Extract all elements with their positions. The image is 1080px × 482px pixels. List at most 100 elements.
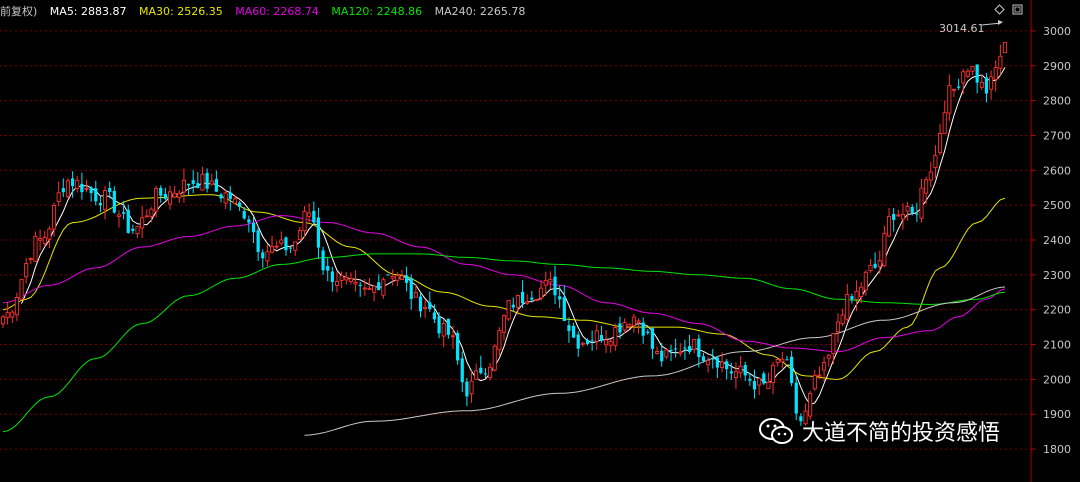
y-tick-label-1900: 1900 <box>1043 408 1071 421</box>
candle-body <box>395 274 400 281</box>
candle-body <box>302 210 307 232</box>
candle-body <box>103 190 108 210</box>
candle-body <box>970 66 975 72</box>
candle-body <box>181 179 186 193</box>
candle-body <box>812 374 817 390</box>
candle-body <box>576 334 580 349</box>
grid-lines <box>0 30 1031 450</box>
candle-body <box>94 188 98 202</box>
candle-body <box>274 245 279 248</box>
moving-average-lines <box>2 67 1006 436</box>
candle-body <box>98 202 103 206</box>
y-tick-label-2800: 2800 <box>1043 95 1071 108</box>
candle-body <box>850 296 854 300</box>
candle-body <box>219 194 223 199</box>
candle-body <box>51 205 57 230</box>
candle-body <box>752 381 757 390</box>
legend-ma240: MA240: 2265.78 <box>434 5 526 18</box>
candle-body <box>989 76 994 90</box>
candle-body <box>697 338 701 358</box>
candle-body <box>413 292 418 298</box>
legend-ma30: MA30: 2526.35 <box>139 5 223 18</box>
candle-body <box>604 339 609 346</box>
candle-body <box>214 179 218 192</box>
candle-body <box>719 361 725 368</box>
candle-body <box>474 370 479 380</box>
candle-body <box>154 188 159 212</box>
square-icon[interactable] <box>1012 4 1023 15</box>
candle-body <box>808 393 813 417</box>
candle-body <box>159 187 163 196</box>
candle-body <box>706 360 711 366</box>
candle-body <box>766 381 771 390</box>
candle-body <box>585 339 590 345</box>
candle-body <box>80 183 84 193</box>
candle-body <box>733 371 738 379</box>
candle-body <box>590 340 594 342</box>
candle-body <box>307 212 312 217</box>
candle-body <box>172 192 177 198</box>
candle-body <box>344 276 349 281</box>
candle-body <box>951 88 957 91</box>
candle-body <box>65 180 70 197</box>
candle-body <box>33 235 38 262</box>
candle-body <box>910 206 914 213</box>
candle-body <box>817 374 822 377</box>
diamond-icon[interactable] <box>994 4 1005 15</box>
candle-body <box>530 297 534 300</box>
candle-body <box>326 266 330 271</box>
candle-body <box>177 193 182 199</box>
candle-body <box>515 294 520 308</box>
candle-body <box>381 279 386 296</box>
candle-body <box>636 320 641 323</box>
candle-body <box>321 250 325 271</box>
candle-body <box>293 241 298 251</box>
candle-body <box>144 215 149 218</box>
candle-body <box>650 328 655 349</box>
candle-body <box>251 222 256 233</box>
candle-body <box>61 188 65 193</box>
candle-body <box>469 380 474 395</box>
candle-body <box>279 239 284 244</box>
candle-body <box>882 232 887 267</box>
candle-body <box>928 171 933 181</box>
candle-body <box>548 278 553 283</box>
candle-body <box>646 331 650 334</box>
candle-body <box>261 252 265 259</box>
candle-body <box>209 180 214 185</box>
candle-body <box>316 217 321 248</box>
candle-body <box>725 361 729 370</box>
candle-body <box>854 290 859 300</box>
candle-body <box>191 180 195 184</box>
candle-body <box>701 356 706 361</box>
candle-body <box>501 315 507 333</box>
candle-body <box>886 215 892 237</box>
candle-body <box>571 325 576 338</box>
candle-body <box>256 230 260 252</box>
candle-body <box>116 214 122 217</box>
candle-body <box>28 258 33 261</box>
candle-body <box>75 179 80 189</box>
candle-body <box>200 173 205 191</box>
candle-body <box>683 347 687 349</box>
candle-body <box>247 219 251 223</box>
y-tick-label-2300: 2300 <box>1043 269 1071 282</box>
candle-body <box>135 225 140 235</box>
candle-body <box>975 64 979 83</box>
candle-body <box>0 316 6 325</box>
candle-body <box>877 260 882 267</box>
y-tick-label-2000: 2000 <box>1043 373 1071 386</box>
candle-body <box>409 278 413 299</box>
candle-body <box>423 306 428 310</box>
candle-body <box>19 278 24 300</box>
candle-body <box>1002 42 1008 54</box>
candle-body <box>312 210 316 223</box>
candle-body <box>558 296 562 300</box>
candle-body <box>835 321 841 333</box>
candle-body <box>826 354 831 359</box>
candle-body <box>543 280 548 286</box>
candle-body <box>790 356 794 384</box>
candle-body <box>270 245 275 253</box>
candle-body <box>89 187 93 194</box>
candle-body <box>748 378 752 381</box>
